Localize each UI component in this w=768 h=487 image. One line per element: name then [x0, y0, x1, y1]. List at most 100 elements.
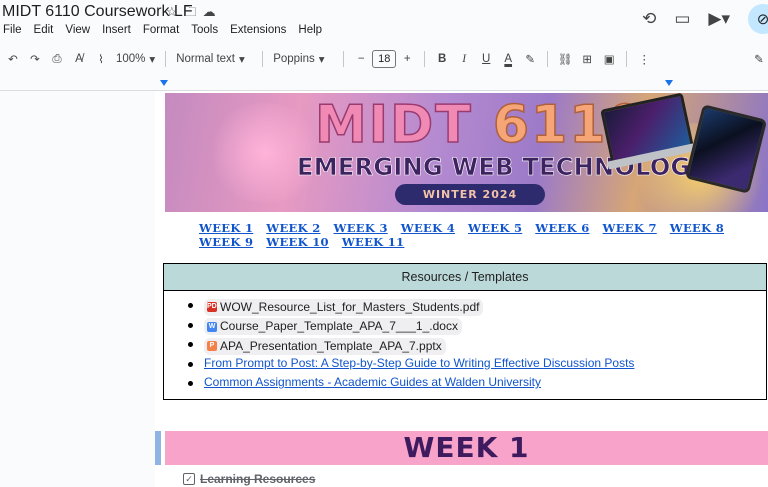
meet-video-icon[interactable]: ▶▾	[708, 9, 730, 29]
resource-link[interactable]: Common Assignments - Academic Guides at …	[204, 375, 541, 389]
week1-heading: WEEK 1	[403, 431, 530, 464]
highlight-icon[interactable]: ✎	[519, 48, 541, 70]
list-item: From Prompt to Post: A Step-by-Step Guid…	[164, 354, 766, 374]
divider	[165, 51, 167, 67]
zoom-select[interactable]: 100% ▾	[112, 52, 159, 66]
insert-image-icon[interactable]: ▣	[598, 48, 620, 70]
edit-mode-icon[interactable]: ✎	[748, 48, 768, 70]
style-select[interactable]: Normal text ▾	[172, 52, 256, 66]
zoom-value: 100%	[116, 53, 146, 65]
right-indent-marker[interactable]	[665, 80, 673, 86]
list-item: P APA_Presentation_Template_APA_7.pptx	[164, 334, 766, 355]
text-color-button[interactable]: A	[497, 48, 519, 70]
file-chip[interactable]: W Course_Paper_Template_APA_7___1_.docx	[204, 318, 462, 335]
week-link[interactable]: WEEK 11	[342, 235, 405, 249]
underline-button[interactable]: U	[475, 48, 497, 70]
week-link[interactable]: WEEK 9	[199, 235, 253, 249]
list-item: PDF WOW_Resource_List_for_Masters_Student…	[164, 295, 766, 316]
menu-help[interactable]: Help	[292, 22, 328, 40]
more-options-icon[interactable]: ⋮	[633, 48, 655, 70]
week-link[interactable]: WEEK 7	[603, 221, 657, 235]
undo-icon[interactable]: ↶	[2, 48, 24, 70]
move-folder-icon[interactable]: 🗀	[184, 5, 197, 18]
add-comment-icon[interactable]: ⊞	[576, 48, 598, 70]
menu-file[interactable]: File	[0, 22, 28, 40]
divider	[547, 51, 549, 67]
toolbar: ↶ ↷ ⎙ A̸ ⌇ 100% ▾ Normal text ▾ Poppins ▾ −…	[0, 47, 768, 71]
print-icon[interactable]: ⎙	[46, 48, 68, 70]
redo-icon[interactable]: ↷	[24, 48, 46, 70]
bullet	[188, 303, 193, 308]
menu-extensions[interactable]: Extensions	[224, 22, 292, 40]
word-file-icon: W	[207, 321, 217, 332]
share-lock-icon: ⊘	[756, 11, 768, 28]
bold-button[interactable]: B	[431, 48, 453, 70]
document-canvas: MIDT 6110 EMERGING WEB TECHNOLOGIES WINT…	[0, 91, 768, 487]
file-chip[interactable]: PDF WOW_Resource_List_for_Masters_Student…	[204, 298, 484, 316]
font-size-input[interactable]: 18	[372, 50, 397, 68]
bullet	[188, 322, 193, 328]
resource-link[interactable]: From Prompt to Post: A Step-by-Step Guid…	[204, 356, 634, 370]
star-icon[interactable]: ☆	[166, 5, 178, 18]
top-right-actions: ⟲ ▭ ▶▾ ⊘	[642, 4, 768, 34]
divider	[626, 51, 628, 67]
resources-table: Resources / Templates PDF WOW_Resource_Li…	[163, 263, 767, 400]
pdf-file-icon: PDF	[207, 302, 221, 312]
file-chip[interactable]: P APA_Presentation_Template_APA_7.pptx	[204, 337, 446, 355]
week-links: WEEK 1 WEEK 2 WEEK 3 WEEK 4 WEEK 5 WEEK 6 WEEK…	[199, 221, 759, 249]
italic-button[interactable]: I	[453, 48, 475, 70]
share-button[interactable]: ⊘	[748, 4, 768, 34]
learning-resources-item: ✓ Learning Resources	[183, 471, 315, 487]
cloud-status-icon[interactable]: ☁	[203, 5, 216, 18]
week-link[interactable]: WEEK 1	[199, 221, 253, 235]
checkbox[interactable]: ✓	[183, 473, 195, 485]
list-item: W Course_Paper_Template_APA_7___1_.docx	[164, 315, 766, 335]
divider	[424, 51, 426, 67]
banner-title-text: MIDT	[314, 94, 493, 156]
week-link[interactable]: WEEK 6	[535, 221, 589, 235]
learning-resources-label: Learning Resources	[200, 472, 316, 486]
week-link[interactable]: WEEK 8	[670, 221, 724, 235]
chevron-down-icon: ▾	[239, 54, 245, 66]
link-icon[interactable]: ⛓	[554, 48, 576, 70]
bullet	[188, 342, 193, 347]
paint-format-icon[interactable]: ⌇	[90, 48, 112, 70]
font-value: Poppins	[273, 53, 315, 65]
menu-tools[interactable]: Tools	[185, 22, 224, 40]
week-link[interactable]: WEEK 5	[468, 221, 522, 235]
menu-format[interactable]: Format	[137, 22, 185, 40]
week-link[interactable]: WEEK 2	[266, 221, 320, 235]
resources-table-header: Resources / Templates	[164, 264, 766, 291]
chevron-down-icon: ▾	[318, 54, 325, 66]
course-banner-image: MIDT 6110 EMERGING WEB TECHNOLOGIES WINT…	[165, 93, 768, 212]
resources-list: PDF WOW_Resource_List_for_Masters_Student…	[164, 291, 766, 399]
document-page: MIDT 6110 EMERGING WEB TECHNOLOGIES WINT…	[155, 91, 768, 487]
banner-title: MIDT 6110	[314, 94, 646, 156]
increase-font-size-button[interactable]: +	[396, 48, 418, 70]
document-title[interactable]: MIDT 6110 Coursework LF	[2, 3, 193, 21]
menu-edit[interactable]: Edit	[28, 22, 60, 40]
menu-view[interactable]: View	[59, 22, 96, 40]
history-icon[interactable]: ⟲	[642, 9, 656, 29]
heading-marker	[155, 431, 161, 465]
menu-bar: File Edit View Insert Format Tools Exten…	[0, 22, 328, 40]
chevron-down-icon: ▾	[149, 54, 156, 66]
font-select[interactable]: Poppins ▾	[269, 52, 337, 66]
divider	[343, 51, 345, 67]
spellcheck-icon[interactable]: A̸	[68, 48, 90, 70]
powerpoint-file-icon: P	[207, 341, 217, 351]
comments-icon[interactable]: ▭	[674, 9, 690, 29]
left-indent-marker[interactable]	[160, 80, 168, 86]
divider	[262, 51, 264, 67]
bullet	[188, 381, 193, 386]
week1-heading-bar: WEEK 1	[165, 431, 768, 465]
week-link[interactable]: WEEK 10	[266, 235, 329, 249]
menu-insert[interactable]: Insert	[96, 22, 137, 40]
week-link[interactable]: WEEK 3	[334, 221, 388, 235]
decrease-font-size-button[interactable]: −	[350, 48, 372, 70]
week-link[interactable]: WEEK 4	[401, 221, 455, 235]
ruler	[0, 80, 768, 91]
banner-term: WINTER 2024	[395, 184, 545, 205]
bullet	[188, 361, 193, 367]
list-item: Common Assignments - Academic Guides at …	[164, 373, 766, 393]
